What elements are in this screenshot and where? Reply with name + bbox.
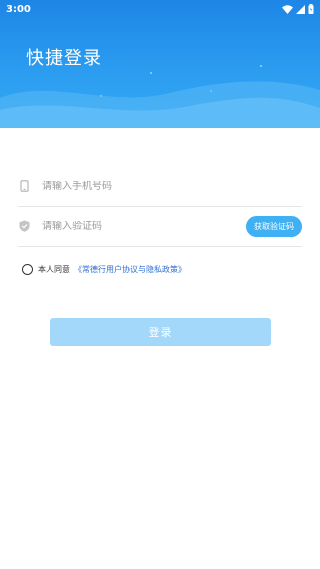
agreement-prefix: 本人同意 bbox=[38, 265, 70, 274]
status-time: 3:00 bbox=[6, 3, 31, 15]
phone-icon bbox=[18, 180, 30, 192]
phone-input[interactable] bbox=[42, 180, 302, 192]
signal-icon bbox=[296, 4, 305, 14]
header-banner: 3:00 快捷登录 bbox=[0, 0, 320, 128]
shield-icon bbox=[18, 220, 30, 232]
agreement-row: 本人同意 《常德行用户协议与隐私政策》 bbox=[22, 264, 186, 275]
phone-field[interactable] bbox=[18, 166, 302, 207]
code-input[interactable] bbox=[42, 220, 246, 232]
get-code-button[interactable]: 获取验证码 bbox=[246, 215, 302, 237]
sparkle bbox=[260, 65, 262, 67]
wifi-icon bbox=[282, 4, 293, 14]
agreement-link[interactable]: 《常德行用户协议与隐私政策》 bbox=[74, 264, 186, 275]
agreement-radio[interactable] bbox=[22, 264, 33, 275]
wave-decoration bbox=[0, 81, 320, 128]
login-button[interactable]: 登录 bbox=[50, 318, 271, 346]
battery-icon bbox=[308, 4, 314, 14]
status-bar: 3:00 bbox=[0, 0, 320, 18]
code-field[interactable]: 获取验证码 bbox=[18, 206, 302, 247]
page-title: 快捷登录 bbox=[26, 48, 102, 69]
